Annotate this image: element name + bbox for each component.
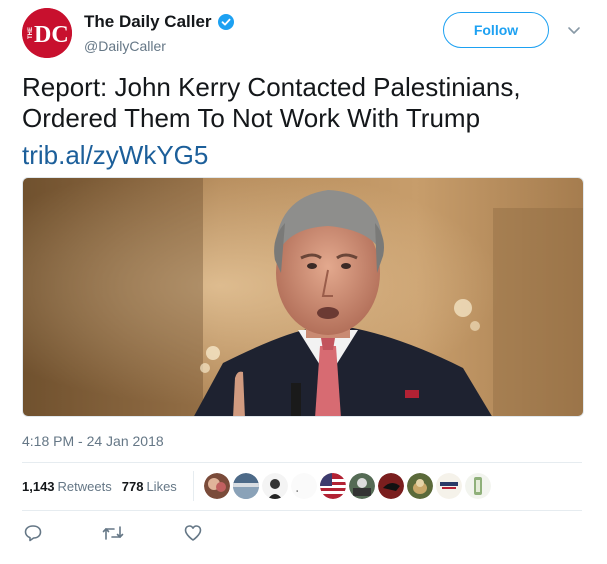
- like-icon[interactable]: [182, 522, 204, 544]
- retweets-label: Retweets: [57, 478, 112, 494]
- chevron-down-icon[interactable]: [566, 22, 582, 38]
- avatar-text: DC: [34, 22, 69, 48]
- name-row: The Daily Caller: [84, 12, 234, 32]
- liker-avatar[interactable]: [377, 473, 404, 499]
- stats-separator: [192, 471, 194, 501]
- retweet-icon[interactable]: [102, 522, 124, 544]
- likes-stat[interactable]: 778 Likes: [122, 479, 177, 494]
- tweet-link[interactable]: trib.al/zyWkYG5: [22, 140, 208, 171]
- tweet-header: DC THE The Daily Caller @DailyCaller Fol…: [22, 8, 592, 60]
- tweet-timestamp[interactable]: 4:18 PM - 24 Jan 2018: [22, 433, 164, 449]
- divider-bottom: [22, 510, 582, 511]
- liker-avatar[interactable]: .: [290, 473, 317, 499]
- reply-icon[interactable]: [22, 522, 44, 544]
- liker-avatars: .: [203, 473, 491, 499]
- tweet-actions: [22, 522, 204, 544]
- author-display-name[interactable]: The Daily Caller: [84, 12, 212, 32]
- liker-avatar[interactable]: [261, 473, 288, 499]
- retweets-count: 1,143: [22, 478, 55, 494]
- tweet-stats: 1,143 Retweets 778 Likes .: [22, 470, 582, 502]
- tweet-photo[interactable]: [22, 177, 584, 417]
- avatar-small-text: THE: [28, 27, 34, 39]
- liker-avatar[interactable]: [435, 473, 462, 499]
- follow-button[interactable]: Follow: [443, 12, 549, 48]
- liker-avatar[interactable]: [232, 473, 259, 499]
- likes-count: 778: [121, 478, 144, 494]
- divider-top: [22, 462, 582, 463]
- verified-badge-icon: [217, 14, 234, 30]
- author-handle[interactable]: @DailyCaller: [84, 38, 166, 54]
- liker-avatar[interactable]: [464, 473, 491, 499]
- liker-avatar[interactable]: [203, 473, 230, 499]
- svg-text:.: .: [295, 480, 299, 496]
- liker-avatar[interactable]: [319, 473, 346, 499]
- retweets-stat[interactable]: 1,143 Retweets: [22, 479, 112, 494]
- liker-avatar[interactable]: [406, 473, 433, 499]
- likes-label: Likes: [146, 478, 177, 494]
- tweet-text: Report: John Kerry Contacted Palestinian…: [22, 72, 521, 133]
- liker-avatar[interactable]: [348, 473, 375, 499]
- author-avatar[interactable]: DC THE: [22, 8, 72, 58]
